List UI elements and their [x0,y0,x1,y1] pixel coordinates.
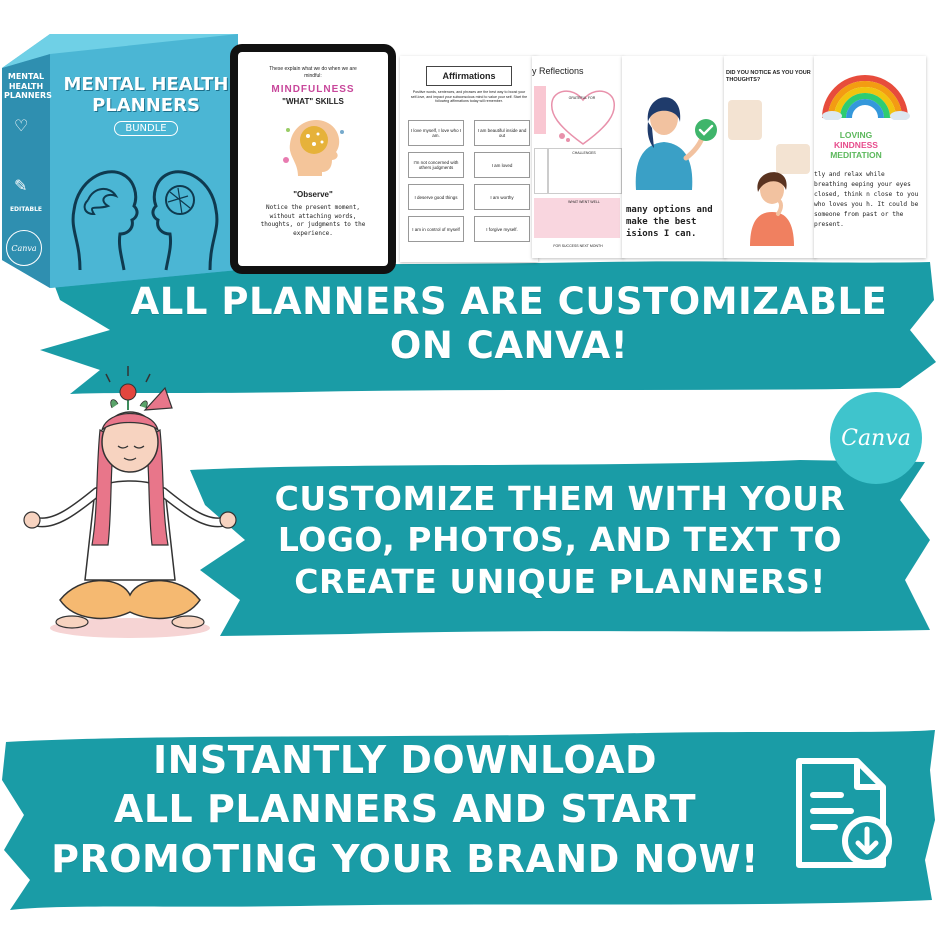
affirmation-cell: I forgive myself. [474,216,530,242]
affirmation-cell: I deserve good things [408,184,464,210]
mind-head-icon [283,120,344,176]
two-heads-icon [71,170,219,271]
tablet-screen: These explain what we do when we are min… [238,52,388,266]
affirmations-intro: Positive words, sentences, and phrases a… [410,90,528,104]
kindness-title-line-1: LOVING [839,130,873,140]
kindness-title-line-3: MEDITATION [830,150,882,161]
woman-with-check-illustration [635,97,717,190]
skill-name: "Observe" [293,190,333,199]
box-side-line-3: PLANNERS [4,91,52,101]
download-file-icon [796,758,892,868]
box-side-line-2: HEALTH [8,81,44,91]
kindness-title-line-2: KINDNESS [834,140,878,151]
notice-page: DID YOU NOTICE AS YOU YOUR THOUGHTS? [724,56,816,258]
mindfulness-intro: These explain what we do when we are min… [269,66,357,79]
banner-2-text: CUSTOMIZE THEM WITH YOUR LOGO, PHOTOS, A… [245,478,875,602]
heart-head-icon: ♡ [14,116,29,135]
decisions-text: many options and make the best isions I … [626,205,713,240]
banner-3-line-2: ALL PLANNERS AND START [113,787,697,832]
kindness-page: LOVING KINDNESS MEDITATION tly and relax… [814,56,926,258]
affirmation-cell: I'm not concerned with others judgments [408,152,464,178]
banner-3-text: INSTANTLY DOWNLOAD ALL PLANNERS AND STAR… [30,736,780,884]
affirmation-cell: I am loved [474,152,530,178]
grateful-label: GRATEFUL FOR [568,96,596,100]
affirmation-cell: I love myself, I love who I am. [408,120,464,146]
box-title-line-2: PLANNERS [92,95,200,116]
kindness-body: tly and relax while breathing eeping you… [814,171,919,228]
meditating-woman-illustration [23,366,237,638]
challenges-label: CHALLENGES [572,151,596,155]
reflections-title: y Reflections [532,66,584,76]
banner-3-line-1: INSTANTLY DOWNLOAD [152,738,658,782]
box-side-line-1: MENTAL [7,72,45,81]
affirmation-cell: I am worthy [474,184,530,210]
notice-text: DID YOU NOTICE AS YOU YOUR THOUGHTS? [726,70,811,84]
banner-2-line-3: CREATE UNIQUE PLANNERS! [294,561,826,601]
affirmations-title: Affirmations [426,66,512,86]
banner-1-text: ALL PLANNERS ARE CUSTOMIZABLE ON CANVA! [80,280,938,369]
canva-badge-label: Canva [841,425,911,451]
affirmation-cell: I am in control of myself [408,216,464,242]
rainbow-icon [822,75,910,120]
affirmation-cell: I am beautiful inside and out [474,120,530,146]
product-box: MENTAL HEALTH PLANNERS BUNDLE MENTAL HEA… [0,30,240,290]
thinking-woman-illustration [750,172,794,246]
went-well-label: WHAT WENT WELL [568,200,600,204]
affirmations-page: Affirmations Positive words, sentences, … [400,56,538,262]
banner-3-line-3: PROMOTING YOUR BRAND NOW! [51,836,759,881]
box-title-line-1: MENTAL HEALTH [63,74,229,95]
banner-2-line-2: LOGO, PHOTOS, AND TEXT TO [277,520,843,560]
banner-2-line-1: CUSTOMIZE THEM WITH YOUR [274,479,846,518]
box-side-label: EDITABLE [9,206,43,213]
success-label: FOR SUCCESS NEXT MONTH [553,244,603,248]
mindfulness-heading: MINDFULNESS [271,84,355,95]
kindness-title: LOVING KINDNESS MEDITATION [814,130,898,161]
skill-description: Notice the present moment, without attac… [260,204,366,238]
edit-icon: ✎ [14,176,28,195]
box-canva-logo: Canva [6,230,42,266]
tablet-frame: These explain what we do when we are min… [230,44,396,274]
box-canva-label: Canva [11,243,37,253]
mindfulness-subheading: "WHAT" SKILLS [282,97,344,106]
decisions-page: many options and make the best isions I … [622,56,726,258]
canva-badge: Canva [830,392,922,484]
reflections-page: y Reflections GRATEFUL FOR CHALLENGES WH… [532,56,624,258]
